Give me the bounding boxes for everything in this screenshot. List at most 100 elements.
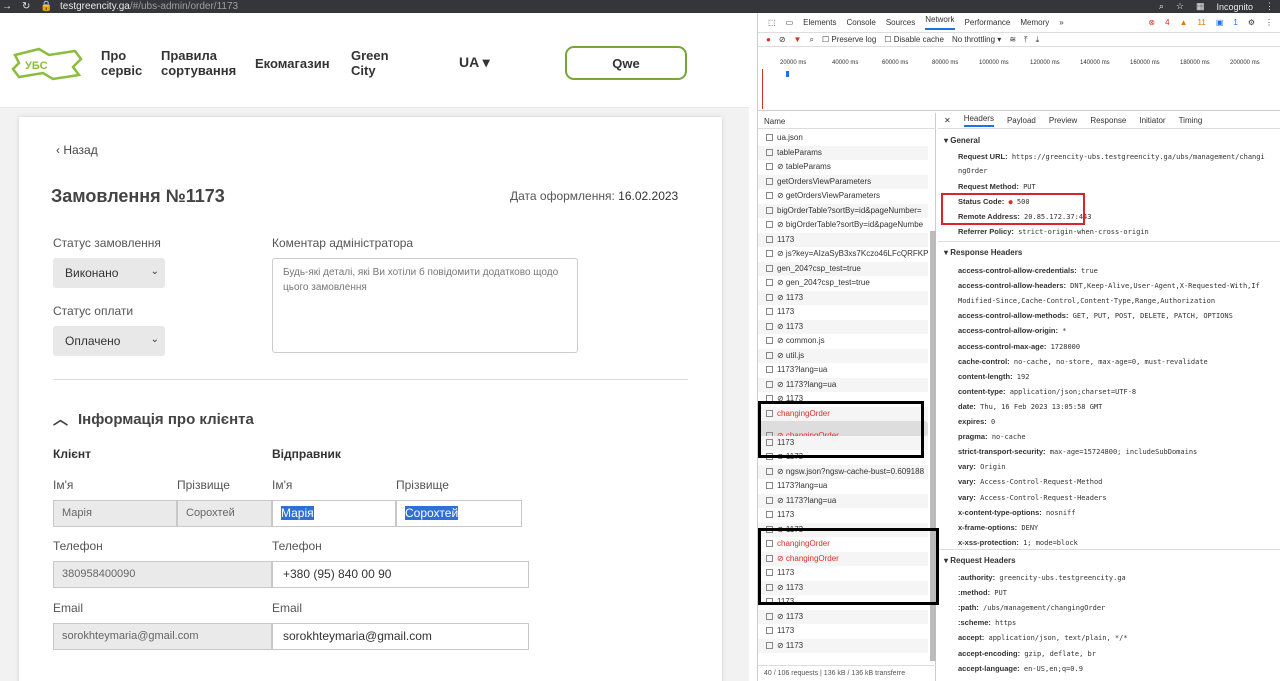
request-type-icon (766, 380, 773, 388)
request-row[interactable]: 1173?lang=ua (758, 363, 928, 378)
back-link[interactable]: ‹ Назад (56, 143, 98, 157)
subtab-timing[interactable]: Timing (1179, 116, 1203, 125)
request-row[interactable]: gen_204?csp_test=true (758, 261, 928, 276)
header-row: access-control-allow-origin: * (958, 326, 1067, 336)
tab-elements[interactable]: Elements (803, 18, 836, 27)
network-timeline[interactable]: 20000 ms 40000 ms 60000 ms 80000 ms 1000… (758, 47, 1280, 111)
clear-icon[interactable]: ⊘ (779, 35, 786, 44)
tab-memory[interactable]: Memory (1020, 18, 1049, 27)
admin-comment-textarea[interactable]: Будь-які деталі, які Ви хотіли б повідом… (272, 258, 578, 353)
wifi-icon[interactable]: ≋ (1009, 35, 1016, 44)
request-row[interactable]: ⊘ bigOrderTable?sortBy=id&pageNumbe (758, 218, 928, 233)
request-row[interactable]: getOrdersViewParameters (758, 174, 928, 189)
request-row[interactable]: tableParams (758, 145, 928, 160)
request-row[interactable]: ⊘ js?key=AIzaSyB3xs7Kczo46LFcQRFKPM (758, 247, 928, 262)
devtools-tabs: ⬚ ▭ Elements Console Sources Network Per… (758, 13, 1280, 33)
star-icon[interactable]: ☆ (1176, 1, 1184, 12)
request-row[interactable]: ⊘ 1173 (758, 290, 928, 305)
record-icon[interactable]: ● (766, 35, 771, 44)
client-section-toggle[interactable]: ︿ Інформація про клієнта (53, 408, 254, 429)
subtab-headers[interactable]: Headers (963, 114, 994, 127)
request-name: ⊘ js?key=AIzaSyB3xs7Kczo46LFcQRFKPM (777, 249, 928, 258)
request-row[interactable]: bigOrderTable?sortBy=id&pageNumber= (758, 203, 928, 218)
request-row[interactable]: ⊘ ngsw.json?ngsw-cache-bust=0.609188 (758, 464, 928, 479)
tab-performance[interactable]: Performance (965, 18, 1011, 27)
request-row[interactable]: ⊘ 1173 (758, 638, 928, 653)
request-headers-toggle[interactable]: ▾ Request Headers (944, 556, 1016, 565)
forward-icon[interactable]: → (2, 1, 12, 12)
settings-gear-icon[interactable]: ⚙ (1248, 18, 1255, 27)
client-surname-input[interactable]: Сорохтей (177, 500, 272, 527)
timeline-marker (762, 69, 763, 109)
client-email-input[interactable]: sorokhteymaria@gmail.com (53, 623, 272, 650)
devtools-menu-icon[interactable]: ⋮ (1265, 18, 1273, 27)
request-row[interactable]: ⊘ util.js (758, 348, 928, 363)
search-icon[interactable]: ⌕ (809, 35, 813, 45)
subtab-preview[interactable]: Preview (1049, 116, 1077, 125)
upload-icon[interactable]: ⤒ (1024, 35, 1028, 45)
response-headers-toggle[interactable]: ▾ Response Headers (944, 248, 1022, 257)
request-row[interactable]: 1173 (758, 624, 928, 639)
sender-name-input[interactable]: Марія (272, 500, 396, 527)
sender-phone-input[interactable]: +380 (95) 840 00 90 (272, 561, 529, 588)
client-phone-input[interactable]: 380958400090 (53, 561, 272, 588)
throttling-select[interactable]: No throttling ▾ (952, 35, 1001, 44)
incognito-label[interactable]: Incognito (1216, 2, 1253, 12)
close-icon[interactable]: ✕ (944, 116, 951, 125)
request-name: tableParams (777, 147, 822, 157)
warning-count[interactable]: ▲ 11 (1180, 18, 1206, 27)
subtab-initiator[interactable]: Initiator (1139, 116, 1165, 125)
extensions-icon[interactable]: ▦ (1196, 1, 1205, 12)
request-row[interactable]: 1173?lang=ua (758, 479, 928, 494)
ubs-logo[interactable]: УБС (9, 45, 85, 83)
language-selector[interactable]: UA ▾ (459, 54, 490, 71)
menu-icon[interactable]: ⋮ (1265, 1, 1274, 12)
sender-email-input[interactable]: sorokhteymaria@gmail.com (272, 623, 529, 650)
nav-green-city[interactable]: Green City (351, 48, 401, 78)
general-section-toggle[interactable]: ▾ General (944, 136, 980, 145)
annotation-box (758, 528, 939, 605)
request-name: 1173?lang=ua (777, 365, 828, 374)
tab-console[interactable]: Console (846, 18, 875, 27)
request-row[interactable]: 1173 (758, 305, 928, 320)
nav-ecoshop[interactable]: Екомагазин (255, 56, 330, 71)
client-name-input[interactable]: Марія (53, 500, 177, 527)
request-row[interactable]: ⊘ getOrdersViewParameters (758, 189, 928, 204)
subtab-payload[interactable]: Payload (1007, 116, 1036, 125)
nav-sorting-rules[interactable]: Правила сортування (161, 48, 251, 78)
reload-icon[interactable]: ↻ (22, 1, 30, 12)
address-bar[interactable]: testgreencity.ga/#/ubs-admin/order/1173 (60, 0, 238, 13)
request-row[interactable]: ⊘ 1173?lang=ua (758, 377, 928, 392)
more-tabs-icon[interactable]: » (1059, 18, 1063, 27)
request-row[interactable]: ⊘ 1173 (758, 609, 928, 624)
device-icon[interactable]: ▭ (786, 18, 794, 27)
preserve-log-checkbox[interactable]: ☐ Preserve log (822, 35, 876, 44)
tab-network[interactable]: Network (925, 15, 955, 30)
request-row[interactable]: ⊘ tableParams (758, 160, 928, 175)
request-row[interactable]: 1173 (758, 232, 928, 247)
request-row[interactable]: 1173 (758, 508, 928, 523)
request-row[interactable]: ⊘ 1173?lang=ua (758, 493, 928, 508)
request-row[interactable]: ⊘ gen_204?csp_test=true (758, 276, 928, 291)
request-row[interactable]: ⊘ 1173 (758, 319, 928, 334)
sender-surname-input[interactable]: Сорохтей (396, 500, 522, 527)
message-count[interactable]: ▣ 1 (1216, 18, 1238, 27)
zoom-icon[interactable]: ⌕ (1159, 1, 1164, 12)
request-type-icon (766, 221, 773, 228)
filter-icon[interactable]: ▼ (794, 35, 802, 44)
request-name: 1173?lang=ua (777, 481, 828, 490)
disable-cache-checkbox[interactable]: ☐ Disable cache (884, 35, 944, 44)
order-status-select[interactable]: Виконано ⌄ (53, 258, 165, 288)
inspect-icon[interactable]: ⬚ (768, 18, 776, 27)
request-row[interactable]: ⊘ common.js (758, 334, 928, 349)
nav-about[interactable]: Про сервіс (101, 48, 151, 78)
error-count[interactable]: ⊗ 4 (1148, 18, 1169, 27)
payment-status-select[interactable]: Оплачено ⌄ (53, 326, 165, 356)
user-menu-button[interactable]: Qwe (565, 46, 687, 80)
tab-sources[interactable]: Sources (886, 18, 915, 27)
request-row[interactable]: ua.json (758, 131, 928, 146)
annotation-box (758, 401, 924, 458)
subtab-response[interactable]: Response (1090, 116, 1126, 125)
download-icon[interactable]: ⤓ (1036, 35, 1040, 45)
name-column-header[interactable]: Name (758, 113, 936, 129)
